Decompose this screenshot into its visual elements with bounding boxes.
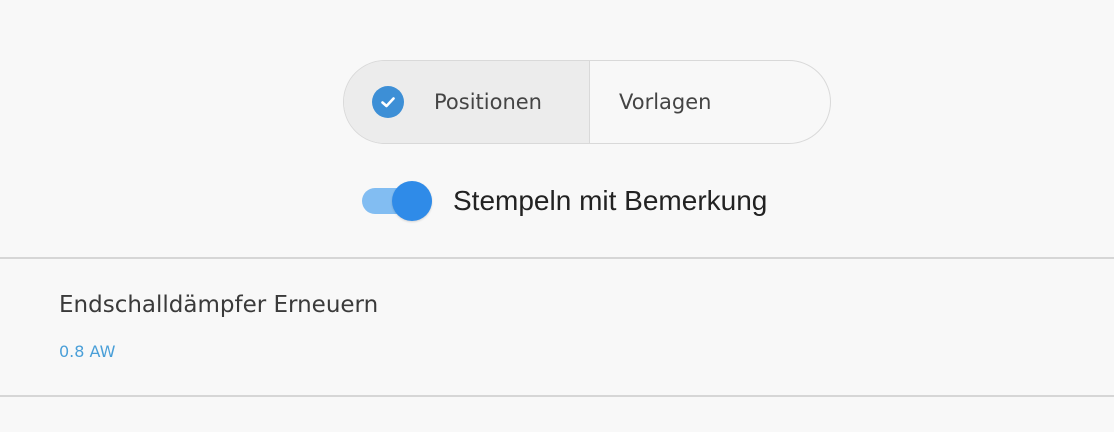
segment-positionen[interactable]: Positionen (344, 61, 590, 143)
check-circle-icon (372, 86, 404, 118)
toggle-row: Stempeln mit Bemerkung (362, 181, 767, 221)
segment-positionen-label: Positionen (434, 90, 542, 114)
page: Positionen Vorlagen Stempeln mit Bemerku… (0, 0, 1114, 432)
item-title: Endschalldämpfer Erneuern (59, 292, 379, 318)
divider (0, 395, 1114, 397)
stempeln-toggle[interactable] (362, 181, 438, 221)
segment-vorlagen-label: Vorlagen (619, 90, 712, 114)
toggle-label: Stempeln mit Bemerkung (453, 185, 768, 216)
list-item[interactable]: Endschalldämpfer Erneuern 0.8 AW (0, 259, 1114, 395)
segment-vorlagen[interactable]: Vorlagen (590, 61, 830, 143)
segmented-control: Positionen Vorlagen (343, 60, 831, 144)
item-subtitle: 0.8 AW (59, 342, 116, 361)
toggle-thumb (392, 181, 432, 221)
